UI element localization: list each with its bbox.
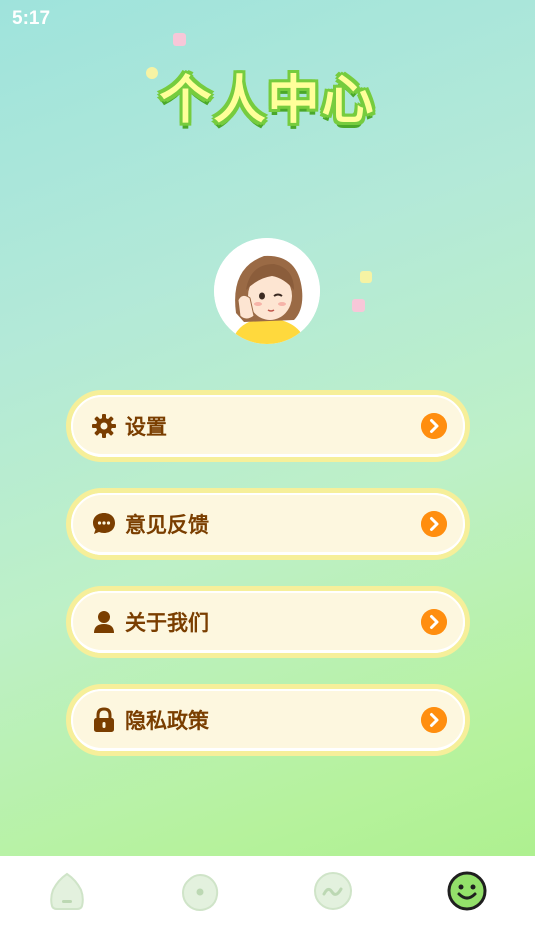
avatar-illustration — [214, 238, 320, 344]
menu-item-feedback[interactable]: 意见反馈 — [66, 488, 470, 560]
page-title: 个人中心 — [159, 71, 376, 131]
menu-label-settings: 设置 — [125, 415, 167, 439]
bottom-tab-bar — [0, 856, 535, 951]
lock-icon — [94, 707, 114, 732]
menu-item-about[interactable]: 关于我们 — [66, 586, 470, 658]
settings-menu: 设置 意见反馈 关于我们 隐私政策 — [66, 390, 470, 782]
person-icon — [94, 611, 114, 633]
wave-icon[interactable] — [312, 870, 354, 912]
sparkle-pink-top — [173, 33, 186, 46]
chevron-right-icon — [421, 511, 447, 537]
chevron-right-icon — [421, 413, 447, 439]
gear-icon — [92, 414, 116, 438]
avatar[interactable] — [214, 238, 320, 344]
menu-label-about: 关于我们 — [125, 611, 209, 635]
status-time: 5:17 — [12, 8, 51, 29]
menu-item-privacy[interactable]: 隐私政策 — [66, 684, 470, 756]
smiley-face-icon[interactable] — [446, 870, 488, 912]
circle-dot-icon[interactable] — [179, 870, 221, 912]
sparkle-pink-right — [352, 299, 365, 312]
home-icon[interactable] — [46, 870, 88, 912]
sparkle-yellow-right — [360, 271, 372, 283]
chevron-right-icon — [421, 707, 447, 733]
menu-label-privacy: 隐私政策 — [125, 709, 209, 733]
menu-item-settings[interactable]: 设置 — [66, 390, 470, 462]
chat-bubble-icon — [93, 513, 115, 534]
chevron-right-icon — [421, 609, 447, 635]
menu-label-feedback: 意见反馈 — [125, 513, 209, 537]
title-wrap: 个人中心 — [0, 58, 535, 133]
